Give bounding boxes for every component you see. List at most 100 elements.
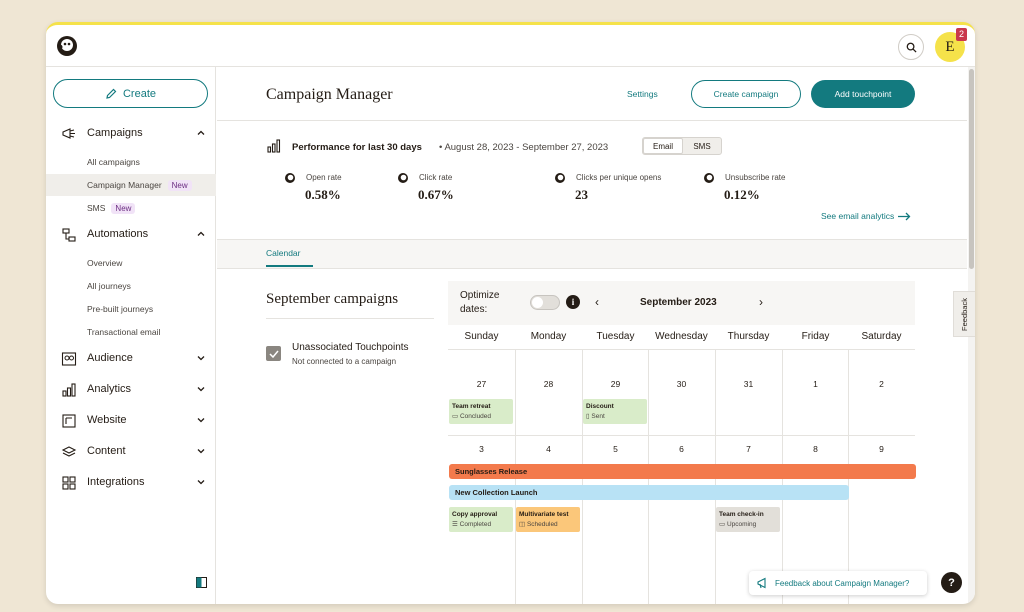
integrations-icon [62, 476, 76, 490]
sidebar-subitem-label: SMS New [87, 203, 136, 214]
mailchimp-logo-icon[interactable] [54, 33, 80, 59]
sidebar-subitem-all-campaigns[interactable]: All campaigns [46, 151, 216, 173]
calendar-date[interactable]: 31 [715, 379, 782, 389]
collapse-sidebar-icon[interactable] [196, 577, 207, 588]
feedback-bubble-label: Feedback about Campaign Manager? [775, 578, 910, 588]
sidebar-subitem-label: Pre-built journeys [87, 304, 154, 314]
new-tag: New [167, 180, 192, 191]
month-label: September 2023 [640, 297, 717, 308]
sidebar-subitem-overview[interactable]: Overview [46, 252, 216, 274]
metric-click-rate: Click rate 0.67% [397, 172, 507, 204]
channel-email-toggle[interactable]: Email [643, 138, 683, 154]
chevron-down-icon [197, 418, 205, 423]
next-month-button[interactable]: › [759, 295, 763, 309]
calendar-header: Optimize dates: i ‹ September 2023 › [448, 281, 915, 325]
settings-link[interactable]: Settings [627, 89, 658, 99]
chevron-up-icon [197, 130, 205, 135]
calendar-date[interactable]: 29 [582, 379, 649, 389]
megaphone-icon [757, 577, 766, 589]
sidebar-item-integrations[interactable]: Integrations [46, 472, 216, 494]
day-name: Wednesday [655, 331, 708, 342]
see-email-analytics-link[interactable]: See email analytics [821, 211, 911, 221]
metric-value: 0.58% [305, 187, 341, 202]
tab-calendar[interactable]: Calendar [266, 248, 301, 258]
search-button[interactable] [898, 34, 924, 60]
help-button[interactable]: ? [941, 572, 962, 593]
event-discount[interactable]: Discount ▯ Sent [583, 399, 647, 424]
sidebar-subitem-campaign-manager[interactable]: Campaign Manager New [46, 174, 216, 196]
campaigns-panel-title: September campaigns [266, 291, 399, 307]
sidebar-item-campaigns[interactable]: Campaigns [46, 123, 216, 145]
event-status-text: Scheduled [526, 521, 558, 528]
event-title: Team check-in [719, 511, 764, 518]
analytics-icon [62, 383, 76, 397]
calendar-date[interactable]: 6 [648, 444, 715, 454]
event-status-text: Upcoming [726, 521, 757, 528]
new-tag: New [111, 203, 136, 214]
notification-badge: 2 [956, 28, 967, 41]
sidebar-item-label: Automations [87, 228, 149, 240]
create-campaign-button[interactable]: Create campaign [691, 80, 801, 108]
calendar-date[interactable]: 1 [782, 379, 849, 389]
event-copy-approval[interactable]: Copy approval ☰ Completed [449, 507, 513, 532]
header-divider [217, 120, 967, 121]
event-multivariate-test[interactable]: Multivariate test ◫ Scheduled [516, 507, 580, 532]
calendar-date[interactable]: 3 [448, 444, 515, 454]
see-analytics-label: See email analytics [821, 211, 895, 221]
sidebar-item-analytics[interactable]: Analytics [46, 379, 216, 401]
sidebar-item-content[interactable]: Content [46, 441, 216, 463]
sidebar-item-automations[interactable]: Automations [46, 224, 216, 246]
sidebar-item-label: Audience [87, 352, 133, 364]
sidebar-item-audience[interactable]: Audience [46, 348, 216, 370]
sidebar-subitem-transactional-email[interactable]: Transactional email [46, 321, 216, 343]
sidebar-subitem-label: Campaign Manager New [87, 180, 192, 191]
unassociated-touchpoints-checkbox[interactable] [266, 346, 281, 361]
feedback-tab[interactable]: Feedback [953, 291, 975, 337]
chevron-up-icon [197, 231, 205, 236]
event-title: Discount [586, 403, 614, 410]
event-team-check-in[interactable]: Team check-in ▭ Upcoming [716, 507, 780, 532]
sidebar-subitem-all-journeys[interactable]: All journeys [46, 275, 216, 297]
info-icon[interactable]: i [566, 295, 580, 309]
scrollbar-thumb[interactable] [969, 69, 974, 269]
arrow-right-icon [898, 212, 911, 220]
website-icon [62, 414, 76, 428]
event-status-text: Completed [459, 521, 492, 528]
performance-title: Performance for last 30 days [292, 142, 422, 153]
day-name: Saturday [861, 331, 902, 342]
sidebar-subitem-label: All campaigns [87, 157, 140, 167]
optimize-dates-toggle[interactable] [530, 295, 560, 310]
day-name: Sunday [464, 331, 499, 342]
event-new-collection-launch[interactable]: New Collection Launch [449, 485, 849, 500]
create-button[interactable]: Create [53, 79, 208, 108]
feedback-tab-label: Feedback [960, 297, 969, 331]
event-sunglasses-release[interactable]: Sunglasses Release [449, 464, 916, 479]
metric-label: Click rate [419, 173, 453, 182]
calendar-date[interactable]: 2 [848, 379, 915, 389]
sidebar-subitem-prebuilt-journeys[interactable]: Pre-built journeys [46, 298, 216, 320]
event-team-retreat[interactable]: Team retreat ▭ Concluded [449, 399, 513, 424]
calendar-date[interactable]: 7 [715, 444, 782, 454]
sidebar-subitem-sms[interactable]: SMS New [46, 197, 216, 219]
add-touchpoint-button[interactable]: Add touchpoint [811, 80, 915, 108]
event-status: ▯ Sent [586, 413, 605, 420]
calendar-date[interactable]: 28 [515, 379, 582, 389]
sidebar-subitem-label: All journeys [87, 281, 131, 291]
calendar-date[interactable]: 8 [782, 444, 849, 454]
calendar-date[interactable]: 30 [648, 379, 715, 389]
calendar-date[interactable]: 9 [848, 444, 915, 454]
app-window: E 2 Create Campaigns All campaigns Campa… [46, 22, 975, 604]
event-status: ▭ Concluded [452, 413, 492, 420]
calendar-date[interactable]: 27 [448, 379, 515, 389]
unassociated-touchpoints-title: Unassociated Touchpoints [292, 342, 409, 353]
metric-value: 23 [575, 187, 588, 202]
feedback-campaign-manager-button[interactable]: Feedback about Campaign Manager? [749, 571, 927, 595]
calendar-date[interactable]: 5 [582, 444, 649, 454]
calendar-date[interactable]: 4 [515, 444, 582, 454]
sidebar-item-label: Integrations [87, 476, 145, 488]
prev-month-button[interactable]: ‹ [595, 295, 599, 309]
channel-sms-toggle[interactable]: SMS [683, 138, 721, 154]
sidebar-item-website[interactable]: Website [46, 410, 216, 432]
grid-line [448, 349, 915, 350]
tab-active-indicator [266, 265, 313, 267]
